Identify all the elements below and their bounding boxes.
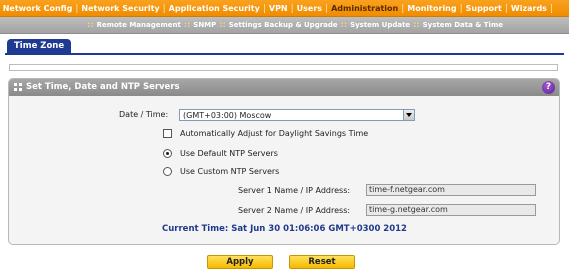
nav-separator: | [262,3,266,14]
panel-header: Set Time, Date and NTP Servers ? [9,79,559,96]
panel-title: Set Time, Date and NTP Servers [26,82,180,92]
default-ntp-label: Use Default NTP Servers [180,149,278,158]
nav-separator: | [504,3,508,14]
chevron-down-icon[interactable] [403,110,414,120]
nav-item-network-security[interactable]: Network Security [80,3,160,14]
sub-nav-items: :: Remote Management:: SNMP:: Settings Back… [87,20,503,29]
current-time-text: Current Time: Sat Jun 30 01:06:06 GMT+03… [162,224,407,234]
subnav-separator: :: [413,20,420,29]
nav-separator: | [549,3,553,14]
help-icon[interactable]: ? [542,81,555,94]
custom-ntp-label: Use Custom NTP Servers [180,167,280,176]
apply-button[interactable]: Apply [207,255,273,269]
subnav-separator: :: [340,20,348,29]
date-time-label: Date / Time: [119,110,169,119]
server2-label: Server 2 Name / IP Address: [238,206,351,215]
subnav-separator: :: [87,20,94,29]
dst-label: Automatically Adjust for Daylight Saving… [180,129,369,138]
time-settings-panel: Set Time, Date and NTP Servers ? [8,78,560,245]
subnav-separator: :: [183,20,191,29]
top-nav-bar: |Network Config|Network Security|Applica… [0,0,569,17]
timezone-select-value: (GMT+03:00) Moscow [183,111,272,120]
timezone-select[interactable]: (GMT+03:00) Moscow [179,109,415,121]
top-nav-items: |Network Config|Network Security|Applica… [0,3,555,14]
sub-nav-bar: :: Remote Management:: SNMP:: Settings Back… [0,17,569,34]
nav-item-wizards[interactable]: Wizards [510,3,548,14]
server2-input[interactable]: time-g.netgear.com [366,204,536,216]
tab-underline [5,53,564,55]
grid-icon [14,83,22,91]
nav-separator: | [290,3,294,14]
default-ntp-radio[interactable] [163,149,172,158]
nav-item-users[interactable]: Users [296,3,323,14]
nav-item-administration[interactable]: Administration [330,3,399,14]
subnav-item-system-update[interactable]: System Update [350,21,410,29]
status-bar [9,64,558,71]
server1-label: Server 1 Name / IP Address: [238,186,351,195]
subnav-item-remote-management[interactable]: Remote Management [97,21,181,29]
dst-checkbox[interactable] [163,129,172,138]
nav-separator: | [162,3,166,14]
tab-time-zone[interactable]: Time Zone [7,39,72,53]
subnav-separator: :: [219,20,226,29]
nav-separator: | [459,3,463,14]
nav-separator: | [325,3,329,14]
nav-item-network-config[interactable]: Network Config [2,3,74,14]
nav-item-monitoring[interactable]: Monitoring [406,3,457,14]
nav-item-support[interactable]: Support [465,3,503,14]
nav-separator: | [75,3,79,14]
nav-separator: | [401,3,405,14]
reset-button[interactable]: Reset [289,255,355,269]
subnav-item-snmp[interactable]: SNMP [193,21,216,29]
server1-input[interactable]: time-f.netgear.com [366,184,536,196]
nav-item-application-security[interactable]: Application Security [168,3,261,14]
subnav-item-settings-backup-upgrade[interactable]: Settings Backup & Upgrade [229,21,338,29]
custom-ntp-radio[interactable] [163,167,172,176]
subnav-item-system-data-time[interactable]: System Data & Time [423,21,503,29]
nav-item-vpn[interactable]: VPN [268,3,289,14]
